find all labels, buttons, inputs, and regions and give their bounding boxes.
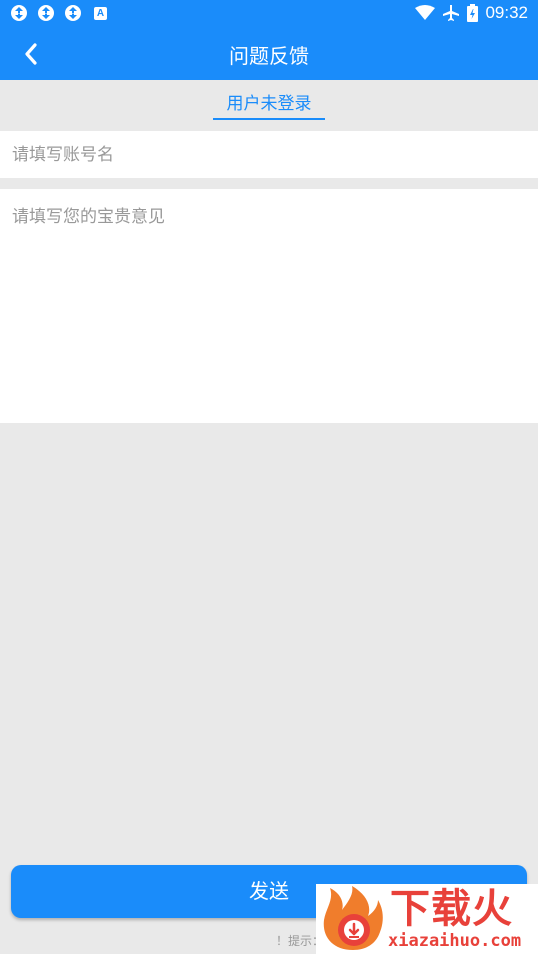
page-title: 问题反馈 [229,44,309,68]
account-name-input[interactable] [0,131,538,178]
fire-logo-icon [323,886,383,950]
sync-icon [38,5,54,21]
watermark-brand: 下载火 [390,886,513,932]
clock: 09:32 [485,3,528,22]
a-badge-icon: A [94,6,107,20]
app-bar: 问题反馈 [0,27,538,80]
watermark: 下载火 xiazaihuo.com [316,884,538,954]
watermark-url: xiazaihuo.com [388,931,522,951]
account-field-row [0,131,538,178]
feedback-field-box [0,189,538,423]
login-status-label[interactable]: 用户未登录 [213,92,325,120]
notification-icons: A [10,4,107,22]
status-bar: A 09:32 [0,0,538,27]
airplane-icon [443,5,460,21]
sync-icon [65,5,81,21]
wifi-icon [415,5,436,20]
feedback-textarea[interactable] [0,189,538,423]
battery-icon [467,4,479,22]
system-icons: 09:32 [415,3,528,23]
sync-icon [11,5,27,21]
